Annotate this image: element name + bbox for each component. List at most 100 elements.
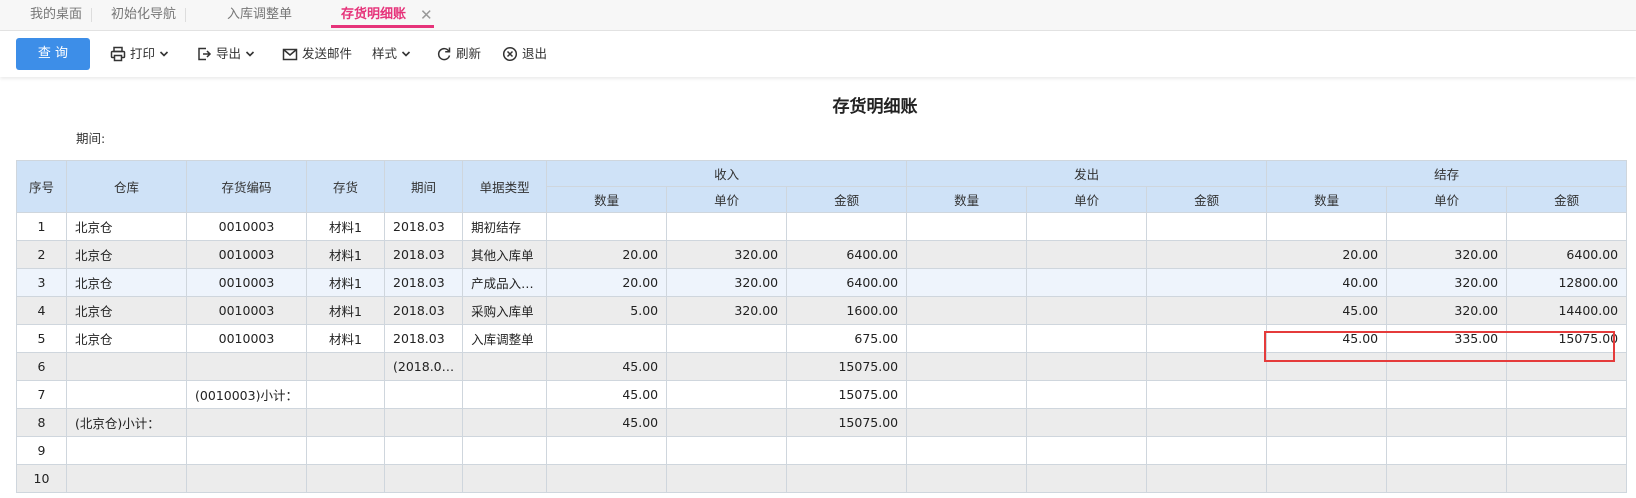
cell-out-price	[1026, 324, 1148, 353]
table-row[interactable]: 10	[16, 464, 1628, 493]
tab-inventory-ledger[interactable]: 存货明细账	[331, 0, 435, 30]
cell-bal-price: 320.00	[1386, 268, 1508, 297]
table-row[interactable]: 8 (北京仓)小计： 45.00 15075.00	[16, 408, 1628, 437]
cell-code[interactable]	[186, 464, 307, 493]
cell-in-price	[666, 352, 788, 381]
mail-icon	[282, 48, 298, 61]
cell-out-amt	[1146, 464, 1268, 493]
header-item-code: 存货编码	[186, 160, 307, 213]
cell-bal-price	[1386, 380, 1508, 409]
tab-init-nav[interactable]: 初始化导航	[111, 0, 187, 30]
cell-out-qty	[906, 212, 1028, 241]
refresh-label: 刷新	[456, 46, 482, 61]
table-row[interactable]: 2 北京仓 0010003 材料1 2018.03 其他入库单 20.00 320.00 640…	[16, 240, 1628, 269]
table-row[interactable]: 7 (0010003)小计： 45.00 15075.00	[16, 380, 1628, 409]
cell-code[interactable]: 0010003	[186, 324, 307, 353]
cell-in-qty	[546, 324, 668, 353]
cell-out-qty	[906, 352, 1028, 381]
cell-out-price	[1026, 464, 1148, 493]
cell-bal-price	[1386, 408, 1508, 437]
style-button[interactable]: 样式	[372, 43, 411, 65]
cell-out-qty	[906, 296, 1028, 325]
close-icon[interactable]: ✕	[420, 0, 433, 30]
send-email-button[interactable]: 发送邮件	[282, 43, 352, 65]
cell-out-price	[1026, 380, 1148, 409]
cell-code[interactable]: 0010003	[186, 296, 307, 325]
print-label: 打印	[130, 46, 156, 61]
cell-item[interactable]	[306, 436, 385, 465]
cell-code[interactable]	[186, 436, 307, 465]
cell-in-price	[666, 380, 788, 409]
table-row[interactable]: 1 北京仓 0010003 材料1 2018.03 期初结存	[16, 212, 1628, 241]
cell-bal-qty	[1266, 212, 1388, 241]
cell-bal-amt	[1506, 408, 1628, 437]
report-title: 存货明细账	[832, 97, 918, 117]
table-row[interactable]: 3 北京仓 0010003 材料1 2018.03 产成品入… 20.00 320.00 640…	[16, 268, 1628, 297]
cell-in-amt	[786, 464, 908, 493]
exit-label: 退出	[522, 46, 548, 61]
cell-code[interactable]	[186, 408, 307, 437]
cell-out-qty	[906, 464, 1028, 493]
cell-in-qty: 45.00	[546, 408, 668, 437]
cell-code[interactable]: 0010003	[186, 268, 307, 297]
cell-bal-qty	[1266, 380, 1388, 409]
cell-item[interactable]	[306, 464, 385, 493]
cell-code[interactable]: 0010003	[186, 240, 307, 269]
exit-button[interactable]: 退出	[502, 43, 547, 65]
ledger-table: 序号 仓库 存货编码 存货 期间 单据类型 收入 发出 结存 数量 单价 金额 …	[16, 160, 1628, 493]
cell-seq: 5	[16, 324, 67, 353]
cell-out-amt	[1146, 408, 1268, 437]
cell-seq: 10	[16, 464, 67, 493]
cell-doc	[462, 408, 548, 437]
table-row[interactable]: 5 北京仓 0010003 材料1 2018.03 入库调整单 675.00 45.00 335…	[16, 324, 1628, 353]
cell-code[interactable]: (0010003)小计：	[186, 380, 307, 409]
tab-inbound-adjust[interactable]: 入库调整单	[227, 0, 292, 30]
cell-doc	[462, 352, 548, 381]
cell-item[interactable]: 材料1	[306, 268, 385, 297]
cell-item[interactable]: 材料1	[306, 240, 385, 269]
cell-item[interactable]: 材料1	[306, 212, 385, 241]
tab-inventory-ledger-label: 存货明细账	[341, 7, 407, 22]
cell-item[interactable]: 材料1	[306, 296, 385, 325]
cell-warehouse: 北京仓	[66, 296, 187, 325]
cell-out-amt	[1146, 380, 1268, 409]
export-button[interactable]: 导出	[196, 43, 255, 65]
cell-doc: 其他入库单	[462, 240, 548, 269]
table-row[interactable]: 4 北京仓 0010003 材料1 2018.03 采购入库单 5.00 320.00 1600…	[16, 296, 1628, 325]
cell-code[interactable]	[186, 352, 307, 381]
cell-bal-price	[1386, 436, 1508, 465]
cell-in-price	[666, 212, 788, 241]
cell-code[interactable]: 0010003	[186, 212, 307, 241]
chevron-down-icon	[245, 51, 255, 57]
cell-out-amt	[1146, 268, 1268, 297]
export-label: 导出	[216, 46, 242, 61]
cell-item[interactable]	[306, 352, 385, 381]
cell-in-qty: 20.00	[546, 268, 668, 297]
table-row[interactable]: 6 (2018.0… 45.00 15075.00	[16, 352, 1628, 381]
tab-bar: 我的桌面 初始化导航 入库调整单 存货明细账 ✕	[0, 0, 1636, 31]
cell-doc: 产成品入…	[462, 268, 548, 297]
tab-desktop[interactable]: 我的桌面	[30, 0, 93, 30]
cell-period	[383, 464, 464, 493]
cell-out-price	[1026, 268, 1148, 297]
print-button[interactable]: 打印	[110, 43, 169, 65]
table-row[interactable]: 9	[16, 436, 1628, 465]
cell-seq: 6	[16, 352, 67, 381]
header-item: 存货	[306, 160, 385, 213]
cell-bal-qty	[1266, 408, 1388, 437]
cell-in-qty: 20.00	[546, 240, 668, 269]
cell-in-qty	[546, 212, 668, 241]
cell-bal-price: 320.00	[1386, 240, 1508, 269]
cell-seq: 7	[16, 380, 67, 409]
cell-item[interactable]: 材料1	[306, 324, 385, 353]
query-button[interactable]: 查 询	[16, 38, 90, 70]
refresh-button[interactable]: 刷新	[436, 43, 481, 65]
cell-doc: 入库调整单	[462, 324, 548, 353]
header-in-price: 单价	[666, 186, 788, 213]
cell-in-qty: 5.00	[546, 296, 668, 325]
cell-bal-amt: 14400.00	[1506, 296, 1628, 325]
cell-item[interactable]	[306, 408, 385, 437]
cell-out-amt	[1146, 296, 1268, 325]
cell-period: 2018.03	[383, 212, 464, 241]
cell-item[interactable]	[306, 380, 385, 409]
